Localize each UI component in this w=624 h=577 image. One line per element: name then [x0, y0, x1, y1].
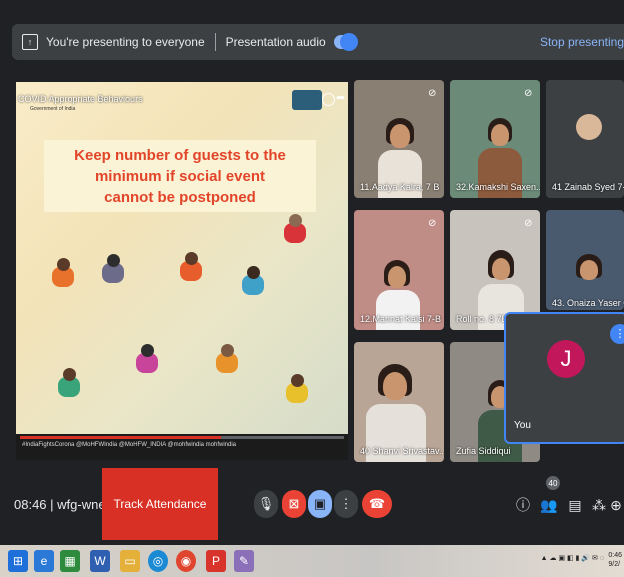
illustration-person — [180, 252, 202, 281]
host-controls-button[interactable]: ⊕ — [608, 494, 624, 516]
word-icon[interactable]: W — [90, 550, 110, 572]
people-count-badge: 40 — [546, 476, 560, 490]
taskbar-date: 9/2/ — [608, 561, 621, 568]
video-frame: COVID Appropriate Behaviours Government … — [16, 82, 348, 434]
banner-text: Keep number of guests to the minimum if … — [45, 145, 315, 208]
end-call-icon: ☎ — [368, 496, 386, 511]
activities-icon: ⁂ — [592, 496, 606, 513]
info-icon: ⓘ — [516, 497, 530, 513]
illustration-person — [284, 214, 306, 243]
store-icon[interactable]: ▦ — [60, 550, 80, 572]
video-progress-bar[interactable] — [20, 436, 344, 439]
present-screen-icon: ↑ — [22, 34, 38, 50]
video-progress-fill — [20, 436, 221, 439]
mic-off-icon: ⊘ — [428, 218, 437, 229]
powerpoint-icon[interactable]: P — [206, 550, 226, 572]
people-icon: 👥 — [540, 496, 558, 513]
stop-presenting-button[interactable]: Stop presenting — [540, 35, 624, 49]
participant-tile[interactable]: ⊘ 12.Mannat Kalsi 7-B — [354, 210, 444, 330]
mic-off-icon: ⊘ — [428, 88, 437, 99]
self-tile[interactable]: ⋮ J You — [504, 312, 624, 444]
meet-window: ↑ You're presenting to everyone Presenta… — [0, 0, 624, 577]
more-options-button[interactable]: ⋮ — [334, 490, 358, 518]
camera-off-icon: ⊠ — [288, 496, 300, 511]
mic-button[interactable]: 🎙 — [254, 490, 278, 518]
banner-line-2: cannot be postponed — [104, 188, 256, 206]
video-footer-text: #IndiaFightsCorona @MoHFWIndia @MoHFW_IN… — [22, 442, 237, 448]
participant-video — [491, 124, 509, 146]
illustration-person — [102, 254, 124, 283]
video-clock-icon — [322, 93, 335, 106]
video-title: COVID Appropriate Behaviours — [18, 94, 143, 104]
presenting-bar: ↑ You're presenting to everyone Presenta… — [12, 24, 624, 60]
illustration-person — [52, 258, 74, 287]
lock-icon: ⊕ — [610, 496, 622, 513]
participant-video — [388, 266, 406, 288]
mic-off-icon: ⊘ — [524, 218, 533, 229]
participant-video — [376, 290, 420, 330]
divider — [214, 33, 216, 51]
participant-video — [580, 260, 598, 280]
participant-tile[interactable]: 40 Shanvi Srivastav... — [354, 342, 444, 462]
mic-off-icon: ⊘ — [524, 88, 533, 99]
paint-icon[interactable]: ✎ — [234, 550, 254, 572]
people-button[interactable]: 👥 — [538, 494, 560, 516]
more-options-icon[interactable]: ⋮ — [610, 324, 624, 344]
participant-name: 32.Kamakshi Saxen... — [456, 182, 540, 192]
chat-icon: ▤ — [568, 496, 582, 513]
present-screen-icon: ▣ — [313, 496, 327, 511]
windows-start-icon[interactable]: ⊞ — [8, 550, 28, 572]
participant-tile[interactable]: 41 Zainab Syed 7-B — [546, 80, 624, 198]
activities-button[interactable]: ⁂ — [588, 494, 610, 516]
track-attendance-button[interactable]: Track Attendance — [102, 468, 218, 540]
illustration-person — [136, 344, 158, 373]
camera-off-button[interactable]: ⊠ — [282, 490, 306, 518]
self-name: You — [514, 420, 531, 431]
participant-avatar — [576, 114, 602, 140]
illustration-person — [242, 266, 264, 295]
illustration-person — [58, 368, 80, 397]
participant-name: 12.Mannat Kalsi 7-B — [360, 314, 442, 324]
presentation-audio-toggle[interactable] — [333, 33, 358, 51]
participant-name: 43. Onaiza Yaser Cl... — [552, 298, 624, 308]
illustration-person — [286, 374, 308, 403]
taskbar-clock[interactable]: 0:46 9/2/ — [608, 551, 622, 569]
presentation-audio-label: Presentation audio — [225, 35, 326, 49]
leave-call-button[interactable]: ☎ — [362, 490, 392, 518]
video-controls[interactable]: #IndiaFightsCorona @MoHFWIndia @MoHFW_IN… — [16, 434, 348, 460]
slide-banner: Keep number of guests to the minimum if … — [44, 140, 316, 212]
shared-video[interactable]: COVID Appropriate Behaviours Government … — [16, 82, 348, 460]
chat-button[interactable]: ▤ — [564, 494, 586, 516]
participant-tile[interactable]: 43. Onaiza Yaser Cl... — [546, 210, 624, 310]
participant-video — [390, 124, 410, 148]
video-subtitle: Government of India — [30, 106, 76, 112]
meeting-details-button[interactable]: ⓘ — [512, 494, 534, 516]
illustration-person — [216, 344, 238, 373]
system-tray-icons[interactable]: ▲ ☁ ▣ ◧ ▮ 🔊 ✉ ◌ — [541, 554, 604, 562]
chrome-icon[interactable]: ◉ — [176, 550, 196, 572]
video-share-icon: ➦ — [336, 92, 346, 104]
participant-video — [383, 372, 407, 400]
mic-icon: 🎙 — [257, 496, 275, 511]
mohfw-logo-icon — [292, 90, 322, 110]
more-vert-icon: ⋮ — [339, 496, 353, 511]
participant-name: 11.Aadya Kalra, 7 B — [360, 182, 440, 192]
file-explorer-icon[interactable]: ▭ — [120, 550, 140, 572]
windows-taskbar: ⊞ e ▦ W ▭ ◎ ◉ P ✎ ▲ ☁ ▣ ◧ ▮ 🔊 ✉ ◌ 0:46 9… — [0, 545, 624, 577]
participant-name: 40 Shanvi Srivastav... — [360, 446, 444, 456]
banner-line-1: Keep number of guests to the minimum if … — [74, 146, 286, 185]
participant-name: 41 Zainab Syed 7-B — [552, 182, 624, 192]
participant-name: Zufia Siddiqui — [456, 446, 511, 456]
participant-tile[interactable]: ⊘ 32.Kamakshi Saxen... — [450, 80, 540, 198]
self-avatar: J — [547, 340, 585, 378]
participant-tile[interactable]: ⊘ 11.Aadya Kalra, 7 B — [354, 80, 444, 198]
edge-legacy-icon[interactable]: e — [34, 550, 54, 572]
present-now-button[interactable]: ▣ — [308, 490, 332, 518]
edge-icon[interactable]: ◎ — [148, 550, 168, 572]
taskbar-time: 0:46 — [608, 552, 622, 559]
presenting-status: You're presenting to everyone — [46, 35, 205, 49]
meeting-time: 08:46 — [14, 497, 47, 512]
participant-video — [492, 258, 510, 280]
